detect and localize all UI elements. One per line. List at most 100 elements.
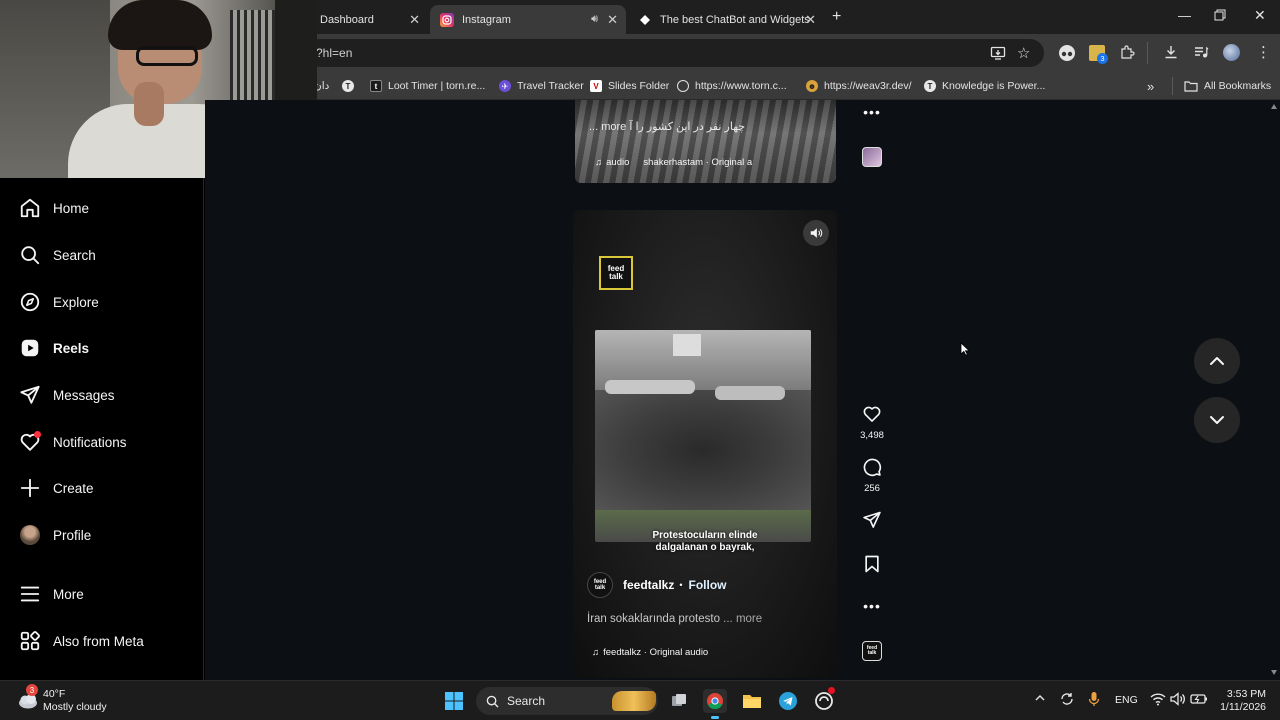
bookmark-item[interactable]: t Loot Timer | torn.re... xyxy=(370,77,485,95)
previous-more-options[interactable]: ••• xyxy=(858,104,886,120)
instagram-icon xyxy=(440,12,454,27)
chevron-up-icon[interactable] xyxy=(1034,692,1046,704)
previous-reel-button[interactable] xyxy=(1194,338,1240,384)
bookmark-item[interactable]: ☻ https://weav3r.dev/ xyxy=(806,77,912,95)
tab-instagram[interactable]: Instagram 🔊︎ ✕ xyxy=(430,5,626,34)
reel-video[interactable]: feed talk Protestocuların elinde dalgala… xyxy=(573,210,837,678)
scroll-up-arrow[interactable] xyxy=(1271,104,1277,109)
windows-start-icon[interactable] xyxy=(442,689,466,713)
clock-date: 1/11/2026 xyxy=(1220,701,1266,713)
bookmark-icon[interactable] xyxy=(862,554,882,574)
heart-icon xyxy=(18,430,42,454)
plus-icon xyxy=(18,476,42,500)
reel-author-row: feedtalkz • Follow xyxy=(623,578,727,592)
comment-action[interactable]: 256 xyxy=(858,457,886,494)
sidebar-item-more[interactable]: More xyxy=(18,582,84,606)
person-glasses xyxy=(136,46,198,66)
send-icon[interactable] xyxy=(862,510,882,530)
minimize-button[interactable]: — xyxy=(1178,8,1191,23)
telegram-icon[interactable] xyxy=(776,689,800,713)
wifi-icon[interactable] xyxy=(1150,692,1166,706)
close-icon[interactable]: ✕ xyxy=(607,12,618,28)
more-options-icon[interactable]: ••• xyxy=(858,598,886,614)
extension-glasses-icon[interactable] xyxy=(1059,45,1075,61)
task-view-icon[interactable] xyxy=(667,689,691,713)
bookmark-star-icon[interactable]: ☆ xyxy=(1017,44,1030,62)
all-bookmarks-button[interactable]: All Bookmarks xyxy=(1184,77,1271,95)
tab-chatbot[interactable]: The best ChatBot and Widgets f ✕ xyxy=(628,5,824,34)
share-action[interactable] xyxy=(858,510,886,530)
install-app-icon[interactable] xyxy=(990,45,1006,61)
previous-reel[interactable]: ... more چهار نفر در این کشور را آ ♫ aud… xyxy=(575,100,836,183)
sidebar-item-create[interactable]: Create xyxy=(18,476,94,500)
previous-reel-audio[interactable]: ♫ audio shakerhastam · Original a xyxy=(595,152,752,172)
like-action[interactable]: 3,498 xyxy=(858,404,886,441)
app-taskbar-icon[interactable] xyxy=(812,687,836,713)
file-explorer-icon[interactable] xyxy=(740,689,764,713)
speaker-icon[interactable] xyxy=(803,220,829,246)
restore-button[interactable] xyxy=(1214,9,1226,21)
microphone-icon[interactable] xyxy=(1088,691,1100,707)
bookmark-item[interactable]: ✈ Travel Tracker xyxy=(499,77,584,95)
bookmark-item[interactable]: T Knowledge is Power... xyxy=(924,77,1045,95)
sync-icon[interactable] xyxy=(1060,692,1074,706)
close-icon[interactable]: ✕ xyxy=(805,12,816,28)
previous-audio-thumbnail[interactable] xyxy=(862,147,882,167)
taskbar-search-box[interactable]: Search xyxy=(476,687,658,715)
media-controls-icon[interactable] xyxy=(1193,44,1209,60)
next-reel-button[interactable] xyxy=(1194,397,1240,443)
tr-icon: t xyxy=(370,80,382,92)
address-input[interactable]: ?hl=en xyxy=(306,39,1044,67)
author-avatar[interactable]: feed talk xyxy=(587,572,613,598)
sidebar-item-notifications[interactable]: Notifications xyxy=(18,430,127,454)
caption-more-link[interactable]: ... more xyxy=(723,613,762,625)
sidebar-item-profile[interactable]: Profile xyxy=(18,523,91,547)
sidebar-item-home[interactable]: Home xyxy=(18,196,89,220)
volume-icon[interactable] xyxy=(1170,692,1186,706)
battery-icon[interactable] xyxy=(1190,692,1208,706)
person-hair xyxy=(108,0,212,50)
language-indicator[interactable]: ENG xyxy=(1115,694,1138,706)
close-window-button[interactable]: ✕ xyxy=(1254,7,1266,24)
clip-car xyxy=(715,386,785,400)
chrome-taskbar-icon[interactable] xyxy=(703,689,727,719)
weather-desc: Mostly cloudy xyxy=(43,701,107,713)
page-scrollbar[interactable] xyxy=(1268,100,1280,680)
follow-button[interactable]: Follow xyxy=(689,578,727,592)
send-icon xyxy=(18,383,42,407)
author-name-link[interactable]: feedtalkz xyxy=(623,578,674,592)
scroll-down-arrow[interactable] xyxy=(1271,670,1277,675)
slides-v-icon: V xyxy=(590,80,602,92)
new-tab-button[interactable]: + xyxy=(832,8,841,26)
extension-wallet-icon[interactable]: 3 xyxy=(1089,45,1108,64)
audio-thumbnail[interactable]: feed talk xyxy=(862,641,882,661)
app-notification-dot xyxy=(828,687,835,694)
comment-bubble-icon[interactable] xyxy=(862,457,882,477)
sidebar-item-explore[interactable]: Explore xyxy=(18,290,99,314)
bookmark-item[interactable]: V Slides Folder xyxy=(590,77,669,95)
download-icon[interactable] xyxy=(1163,44,1179,60)
profile-avatar[interactable] xyxy=(1223,44,1240,61)
music-note-icon: ♫ xyxy=(595,156,603,168)
save-action[interactable] xyxy=(858,554,886,574)
sidebar-item-messages[interactable]: Messages xyxy=(18,383,115,407)
heart-icon[interactable] xyxy=(862,404,882,424)
bookmark-item[interactable]: T xyxy=(342,77,360,95)
clock[interactable]: 3:53 PM 1/11/2026 xyxy=(1218,688,1266,714)
weather-widget[interactable]: 40°F Mostly cloudy xyxy=(43,688,107,714)
speaker-icon[interactable]: 🔊︎ xyxy=(591,13,598,26)
menu-kebab-icon[interactable]: ⋮ xyxy=(1256,43,1271,61)
extensions-puzzle-icon[interactable] xyxy=(1119,44,1135,60)
tab-label: The best ChatBot and Widgets f xyxy=(660,13,810,26)
instagram-sidebar: Home Search Explore Reels Messages Notif… xyxy=(0,178,204,680)
reel-clip-image xyxy=(595,330,811,542)
bookmark-item[interactable]: https://www.torn.c... xyxy=(677,77,787,95)
sidebar-item-reels[interactable]: Reels xyxy=(18,336,89,360)
weather-widget-icon[interactable]: 3 xyxy=(16,684,40,712)
sidebar-item-also-from-meta[interactable]: Also from Meta xyxy=(18,629,144,653)
reel-audio[interactable]: ♫ feedtalkz · Original audio xyxy=(592,644,708,660)
sidebar-item-search[interactable]: Search xyxy=(18,243,96,267)
tab-dashboard[interactable]: Dashboard ✕ xyxy=(310,5,428,34)
bookmarks-overflow-button[interactable]: » xyxy=(1147,77,1154,95)
close-icon[interactable]: ✕ xyxy=(409,12,420,28)
